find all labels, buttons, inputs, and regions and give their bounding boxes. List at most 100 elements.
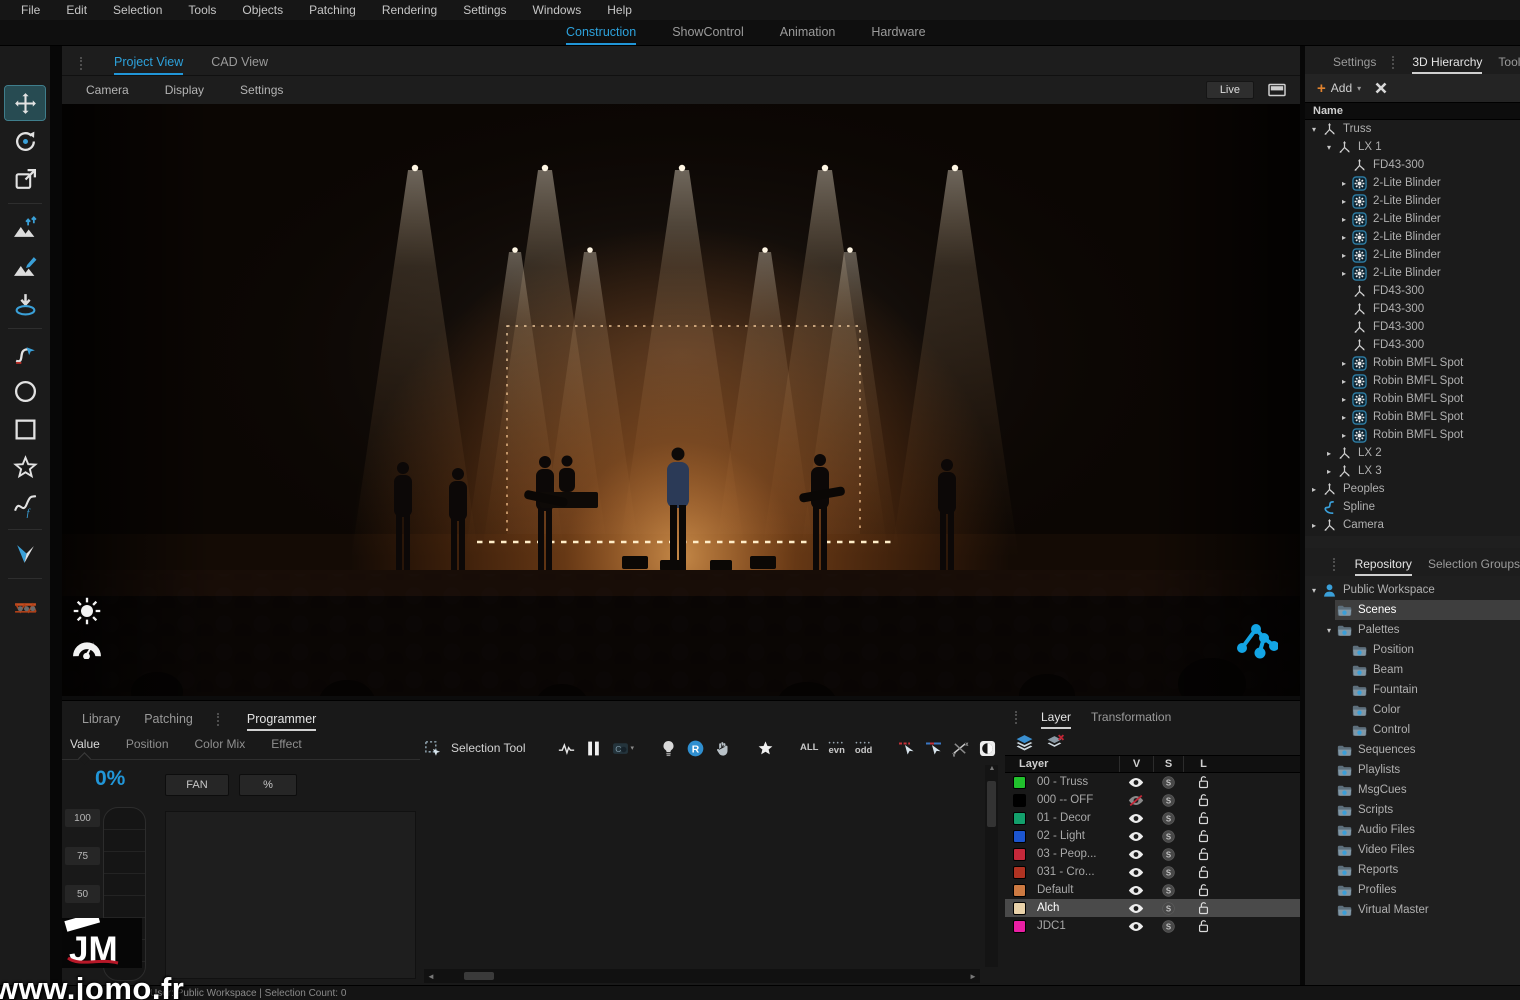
expand-arrow-icon[interactable]: ▸: [1323, 449, 1335, 458]
truss-builder-tool-icon[interactable]: [5, 586, 45, 620]
programmer-tab-patching[interactable]: Patching: [144, 712, 193, 731]
expand-arrow-icon[interactable]: ▸: [1338, 179, 1350, 188]
hierarchy-row-fd43-300[interactable]: FD43-300: [1305, 300, 1520, 318]
view-tab-cad-view[interactable]: CAD View: [211, 55, 268, 75]
select-above-cursor-icon[interactable]: [898, 740, 915, 757]
layer-solo-badge-icon[interactable]: S: [1153, 866, 1183, 879]
menu-help[interactable]: Help: [594, 3, 645, 17]
repository-row-beam[interactable]: Beam: [1305, 660, 1520, 680]
menu-settings[interactable]: Settings: [450, 3, 519, 17]
export-object-tool-icon[interactable]: [5, 162, 45, 196]
layer-row-default[interactable]: DefaultS: [1005, 881, 1300, 899]
hierarchy-row-spline[interactable]: Spline: [1305, 498, 1520, 516]
fader-scale-50[interactable]: 50: [65, 885, 100, 903]
layer-visibility-eye-icon[interactable]: [1119, 813, 1153, 824]
layer-row-jdc1[interactable]: JDC1S: [1005, 917, 1300, 935]
scrollbar-thumb[interactable]: [987, 781, 996, 827]
layer-lock-open-icon[interactable]: [1183, 901, 1223, 915]
repository-row-video-files[interactable]: Video Files: [1305, 840, 1520, 860]
layer-lock-open-icon[interactable]: [1183, 793, 1223, 807]
render-quality-gauge-icon[interactable]: [70, 632, 104, 660]
all-button[interactable]: ALL: [800, 744, 818, 752]
programmer-subtab-position[interactable]: Position: [126, 737, 169, 751]
hierarchy-row-robin-bmfl-spot[interactable]: ▸Robin BMFL Spot: [1305, 390, 1520, 408]
hierarchy-tab-3d-hierarchy[interactable]: 3D Hierarchy: [1412, 55, 1482, 74]
hierarchy-row-2-lite-blinder[interactable]: ▸2-Lite Blinder: [1305, 192, 1520, 210]
contrast-toggle-icon[interactable]: [979, 740, 996, 757]
layer-row-alch[interactable]: AlchS: [1005, 899, 1300, 917]
terrain-raise-tool-icon[interactable]: [5, 211, 45, 245]
programmer-subtab-color-mix[interactable]: Color Mix: [195, 737, 246, 751]
expand-arrow-icon[interactable]: ▸: [1338, 395, 1350, 404]
menu-selection[interactable]: Selection: [100, 3, 175, 17]
layer-row-000-off[interactable]: 000 -- OFFS: [1005, 791, 1300, 809]
layer-visibility-eye-icon[interactable]: [1119, 777, 1153, 788]
layer-lock-open-icon[interactable]: [1183, 883, 1223, 897]
repository-row-palettes[interactable]: ▾Palettes: [1305, 620, 1520, 640]
expand-arrow-icon[interactable]: ▸: [1338, 359, 1350, 368]
hierarchy-row-robin-bmfl-spot[interactable]: ▸Robin BMFL Spot: [1305, 426, 1520, 444]
expand-arrow-icon[interactable]: ▸: [1338, 233, 1350, 242]
hierarchy-row-robin-bmfl-spot[interactable]: ▸Robin BMFL Spot: [1305, 354, 1520, 372]
rectangle-tool-icon[interactable]: [5, 412, 45, 446]
layer-lock-open-icon[interactable]: [1183, 847, 1223, 861]
hierarchy-row-lx-1[interactable]: ▾LX 1: [1305, 138, 1520, 156]
repository-row-virtual-master[interactable]: Virtual Master: [1305, 900, 1520, 920]
layer-visibility-eye-icon[interactable]: [1119, 867, 1153, 878]
menu-patching[interactable]: Patching: [296, 3, 369, 17]
repository-row-scripts[interactable]: Scripts: [1305, 800, 1520, 820]
layer-visibility-eye-off-icon[interactable]: [1119, 795, 1153, 806]
scroll-right-arrow[interactable]: ►: [966, 972, 980, 981]
add-layer-icon[interactable]: [1015, 734, 1034, 751]
menu-tools[interactable]: Tools: [175, 3, 229, 17]
move-tool-icon[interactable]: [5, 86, 45, 120]
vertical-scrollbar[interactable]: ▲: [985, 765, 998, 967]
programmer-subtab-value[interactable]: Value: [70, 737, 100, 751]
collapse-arrow-icon[interactable]: ▾: [1323, 626, 1335, 635]
hierarchy-row-2-lite-blinder[interactable]: ▸2-Lite Blinder: [1305, 210, 1520, 228]
repository-row-control[interactable]: Control: [1305, 720, 1520, 740]
workspace-tab-animation[interactable]: Animation: [780, 25, 836, 45]
expand-arrow-icon[interactable]: ▸: [1323, 467, 1335, 476]
delete-object-button[interactable]: [1375, 82, 1387, 94]
layer-solo-badge-icon[interactable]: S: [1153, 848, 1183, 861]
collapse-arrow-icon[interactable]: ▾: [1308, 125, 1320, 134]
node-gizmo-icon[interactable]: [1232, 622, 1278, 664]
repository-row-scenes[interactable]: Scenes: [1305, 600, 1520, 620]
layer-solo-badge-icon[interactable]: S: [1153, 830, 1183, 843]
spline-draw-tool-icon[interactable]: [5, 336, 45, 370]
repository-row-position[interactable]: Position: [1305, 640, 1520, 660]
layer-color-swatch[interactable]: [1013, 866, 1026, 879]
layer-visibility-eye-icon[interactable]: [1119, 903, 1153, 914]
layer-visibility-eye-icon[interactable]: [1119, 921, 1153, 932]
hierarchy-tab-settings[interactable]: Settings: [1333, 55, 1376, 74]
viewport-3d[interactable]: [62, 104, 1300, 696]
menu-rendering[interactable]: Rendering: [369, 3, 450, 17]
rotate-tool-icon[interactable]: [5, 124, 45, 158]
axis-constraint-icon[interactable]: xy: [952, 740, 969, 757]
expand-arrow-icon[interactable]: ▸: [1338, 413, 1350, 422]
hierarchy-tab-tool[interactable]: Tool: [1498, 55, 1520, 74]
workspace-tab-showcontrol[interactable]: ShowControl: [672, 25, 744, 45]
layer-tab-transformation[interactable]: Transformation: [1091, 710, 1171, 729]
expand-arrow-icon[interactable]: ▸: [1338, 215, 1350, 224]
expand-arrow-icon[interactable]: ▸: [1338, 269, 1350, 278]
layer-color-swatch[interactable]: [1013, 830, 1026, 843]
hierarchy-row-truss[interactable]: ▾Truss: [1305, 120, 1520, 138]
menu-objects[interactable]: Objects: [229, 3, 296, 17]
menu-windows[interactable]: Windows: [520, 3, 595, 17]
terrain-paint-tool-icon[interactable]: [5, 249, 45, 283]
layer-visibility-eye-icon[interactable]: [1119, 849, 1153, 860]
menu-file[interactable]: File: [8, 3, 53, 17]
beam-tool-icon[interactable]: [5, 537, 45, 571]
expand-arrow-icon[interactable]: ▸: [1338, 377, 1350, 386]
layer-color-swatch[interactable]: [1013, 776, 1026, 789]
drop-to-ground-tool-icon[interactable]: [5, 287, 45, 321]
hierarchy-row-fd43-300[interactable]: FD43-300: [1305, 156, 1520, 174]
expand-arrow-icon[interactable]: ▸: [1308, 521, 1320, 530]
scrollbar-thumb[interactable]: [464, 972, 494, 980]
repository-row-msgcues[interactable]: MsgCues: [1305, 780, 1520, 800]
expand-arrow-icon[interactable]: ▸: [1308, 485, 1320, 494]
scroll-left-arrow[interactable]: ◄: [424, 972, 438, 981]
hierarchy-row-camera[interactable]: ▸Camera: [1305, 516, 1520, 534]
